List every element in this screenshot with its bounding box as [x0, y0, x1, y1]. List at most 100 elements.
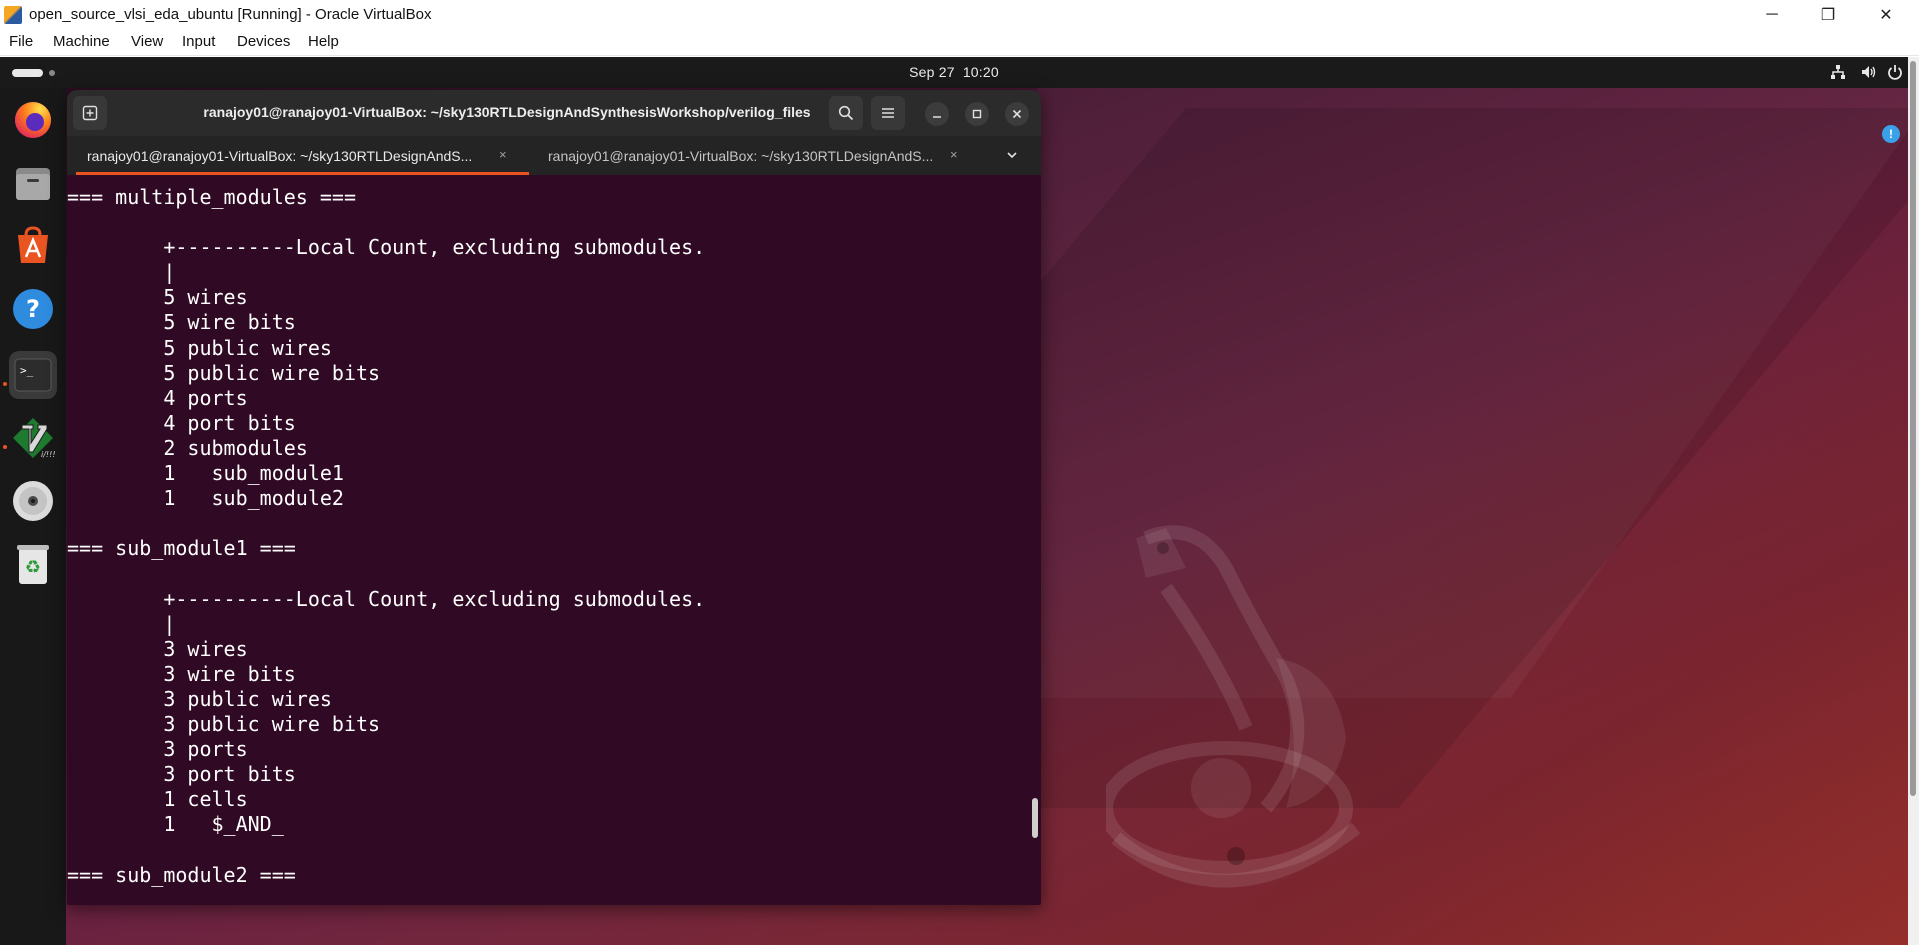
terminal-line: 3 public wire bits [67, 711, 381, 736]
menu-help[interactable]: Help [308, 33, 339, 50]
dock: ? >_ i/!!! ♻ [0, 88, 66, 945]
search-button[interactable] [829, 96, 863, 130]
maximize-button[interactable] [965, 102, 989, 126]
terminal-line: | [67, 611, 176, 636]
menu-file[interactable]: File [9, 33, 33, 50]
dock-disc[interactable] [9, 477, 57, 525]
trash-icon: ♻ [17, 545, 49, 584]
network-icon[interactable] [1830, 64, 1846, 85]
host-close-button[interactable]: ✕ [1863, 0, 1909, 29]
dock-help[interactable]: ? [9, 285, 57, 333]
chevron-down-icon [1007, 152, 1017, 159]
terminal-line: 2 submodules [67, 435, 308, 460]
window-title: open_source_vlsi_eda_ubuntu [Running] - … [29, 6, 432, 23]
terminal-output-area[interactable]: === multiple_modules === +----------Loca… [67, 175, 1041, 905]
terminal-line: === sub_module2 === [67, 862, 296, 887]
svg-text:i/!!!: i/!!! [41, 450, 55, 459]
terminal-line: 4 port bits [67, 410, 296, 435]
tab-label: ranajoy01@ranajoy01-VirtualBox: ~/sky130… [548, 148, 934, 164]
terminal-line: 1 sub_module1 [67, 461, 344, 486]
terminal-line: +----------Local Count, excluding submod… [67, 235, 706, 260]
tab-close-button[interactable]: × [499, 147, 507, 162]
terminal-line: 5 public wires [67, 335, 332, 360]
dock-running-indicator-vim [3, 445, 7, 449]
tabs-overflow-button[interactable] [1005, 148, 1019, 167]
terminal-tab-1[interactable]: ranajoy01@ranajoy01-VirtualBox: ~/sky130… [76, 136, 529, 175]
terminal-tab-2[interactable]: ranajoy01@ranajoy01-VirtualBox: ~/sky130… [539, 136, 969, 175]
terminal-line: 5 public wire bits [67, 360, 381, 385]
new-tab-icon [82, 105, 98, 121]
search-icon [838, 105, 854, 121]
menu-view[interactable]: View [131, 33, 163, 50]
menu-input[interactable]: Input [182, 33, 215, 50]
notification-icon[interactable]: ! [1882, 125, 1900, 143]
terminal-line: === multiple_modules === [67, 185, 356, 209]
files-icon [16, 168, 50, 200]
terminal-line: 1 $_AND_ [67, 812, 284, 837]
close-button[interactable] [1005, 102, 1029, 126]
volume-icon[interactable] [1860, 63, 1878, 86]
terminal-icon: >_ [14, 358, 52, 392]
app-center-icon [18, 226, 48, 263]
terminal-scrollbar[interactable] [1030, 175, 1040, 905]
terminal-scrollbar-thumb[interactable] [1032, 798, 1038, 838]
terminal-window[interactable]: ranajoy01@ranajoy01-VirtualBox: ~/sky130… [67, 90, 1041, 905]
disc-icon [13, 481, 53, 521]
tab-close-button[interactable]: × [950, 147, 958, 162]
minimize-icon [933, 116, 941, 118]
firefox-icon [15, 102, 51, 138]
terminal-line: +----------Local Count, excluding submod… [67, 586, 706, 611]
dock-app-center[interactable] [9, 222, 57, 270]
host-minimize-button[interactable]: ─ [1749, 0, 1795, 29]
terminal-line: 3 wires [67, 636, 248, 661]
host-restore-button[interactable]: ❐ [1805, 0, 1851, 29]
terminal-output-text[interactable]: === multiple_modules === +----------Loca… [67, 185, 705, 888]
ubuntu-mascot-watermark [1106, 525, 1361, 888]
guest-scrollbar-thumb[interactable] [1910, 61, 1916, 796]
svg-text:>_: >_ [20, 364, 34, 377]
dock-trash[interactable]: ♻ [9, 540, 57, 588]
dock-terminal[interactable]: >_ [9, 351, 57, 399]
tab-label: ranajoy01@ranajoy01-VirtualBox: ~/sky130… [87, 148, 473, 164]
dock-firefox[interactable] [9, 96, 57, 144]
gnome-top-bar: Sep 27 10:20 [0, 57, 1908, 88]
virtualbox-title-bar[interactable]: open_source_vlsi_eda_ubuntu [Running] - … [0, 0, 1919, 29]
svg-text:?: ? [26, 295, 40, 323]
hamburger-menu-icon [882, 108, 894, 118]
dock-files[interactable] [9, 159, 57, 207]
clock[interactable]: Sep 27 10:20 [0, 64, 1908, 80]
terminal-line: | [67, 260, 176, 285]
clock-date: Sep 27 [909, 64, 955, 80]
minimize-button[interactable] [925, 102, 949, 126]
guest-vertical-scrollbar[interactable] [1908, 57, 1919, 945]
svg-text:♻: ♻ [25, 557, 41, 578]
terminal-line: 3 port bits [67, 762, 296, 787]
terminal-line: 3 ports [67, 737, 248, 762]
virtualbox-menu-bar: File Machine View Input Devices Help [0, 29, 1919, 56]
new-tab-button[interactable] [73, 96, 107, 130]
power-icon[interactable] [1886, 63, 1904, 86]
menu-machine[interactable]: Machine [53, 33, 110, 50]
vim-icon: i/!!! [13, 418, 55, 459]
dock-running-indicator-terminal [3, 382, 7, 386]
guest-screen[interactable]: Sep 27 10:20 ! ? >_ i/!!! ♻ ranajoy01@ra… [0, 57, 1919, 945]
hamburger-menu-button[interactable] [871, 96, 905, 130]
menu-devices[interactable]: Devices [237, 33, 290, 50]
terminal-line: 1 cells [67, 787, 248, 812]
dock-gvim[interactable]: i/!!! [9, 414, 57, 462]
terminal-tab-bar: ranajoy01@ranajoy01-VirtualBox: ~/sky130… [67, 136, 1041, 175]
terminal-header-bar[interactable]: ranajoy01@ranajoy01-VirtualBox: ~/sky130… [67, 90, 1041, 136]
close-icon [1012, 109, 1022, 119]
clock-time: 10:20 [962, 64, 999, 80]
terminal-line: 4 ports [67, 385, 248, 410]
terminal-title: ranajoy01@ranajoy01-VirtualBox: ~/sky130… [203, 104, 811, 120]
terminal-line: 3 wire bits [67, 661, 296, 686]
terminal-line: 3 public wires [67, 686, 332, 711]
terminal-line: 5 wires [67, 285, 248, 310]
maximize-icon [972, 109, 982, 119]
terminal-line: === sub_module1 === [67, 536, 296, 561]
